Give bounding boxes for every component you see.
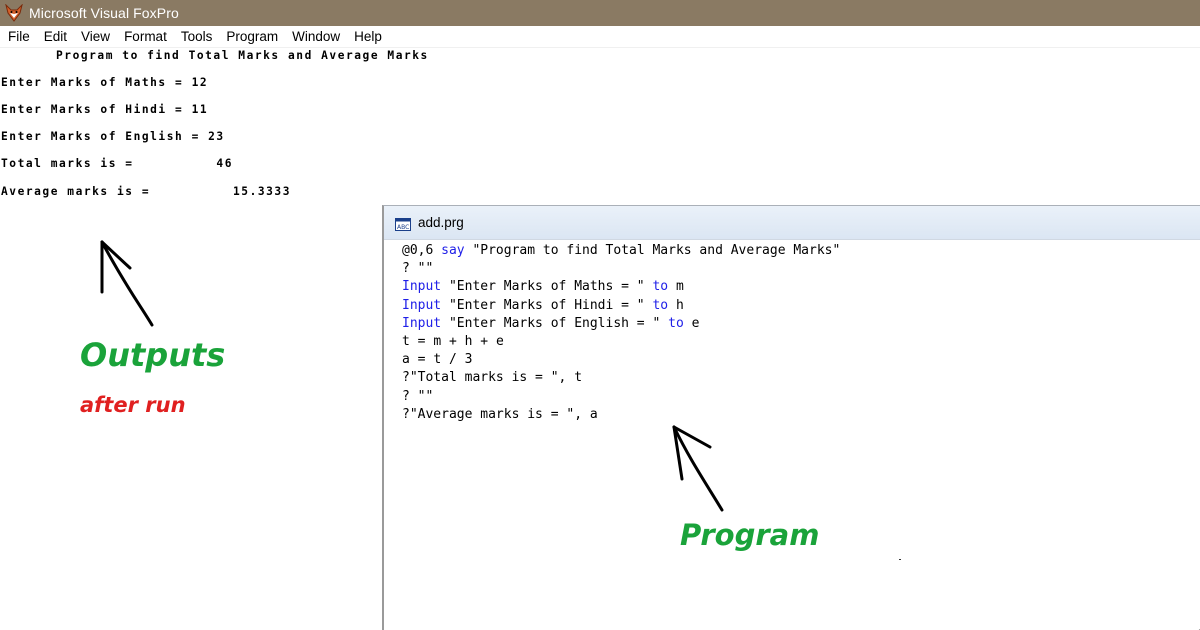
- code-line[interactable]: t = m + h + e: [402, 333, 840, 351]
- menu-program[interactable]: Program: [219, 26, 285, 47]
- stray-dot: [899, 559, 901, 560]
- program-file-icon: ABC: [395, 216, 411, 231]
- code-line[interactable]: ? "": [402, 260, 840, 278]
- output-heading: Program to find Total Marks and Average …: [56, 49, 429, 62]
- code-line[interactable]: a = t / 3: [402, 351, 840, 369]
- menu-tools[interactable]: Tools: [174, 26, 220, 47]
- svg-text:ABC: ABC: [397, 224, 409, 231]
- code-line[interactable]: ? "": [402, 388, 840, 406]
- window-title: Microsoft Visual FoxPro: [29, 5, 179, 21]
- menu-file[interactable]: File: [0, 26, 37, 47]
- output-line-total: Total marks is = 46: [1, 157, 233, 170]
- code-line[interactable]: Input "Enter Marks of Hindi = " to h: [402, 297, 840, 315]
- code-line[interactable]: @0,6 say "Program to find Total Marks an…: [402, 242, 840, 260]
- menu-edit[interactable]: Edit: [37, 26, 74, 47]
- menu-help[interactable]: Help: [347, 26, 389, 47]
- title-bar: Microsoft Visual FoxPro: [0, 0, 1200, 26]
- output-line-maths: Enter Marks of Maths = 12: [1, 76, 209, 89]
- program-arrow-icon: [672, 425, 724, 512]
- outputs-annotation: Outputs: [80, 336, 226, 374]
- editor-title-bar[interactable]: ABC add.prg: [384, 206, 1200, 240]
- outputs-arrow-icon: [100, 240, 154, 327]
- menu-bar: File Edit View Format Tools Program Wind…: [0, 26, 1200, 48]
- menu-window[interactable]: Window: [285, 26, 347, 47]
- foxpro-app: Microsoft Visual FoxPro File Edit View F…: [0, 0, 1200, 630]
- code-line[interactable]: Input "Enter Marks of Maths = " to m: [402, 278, 840, 296]
- editor-window[interactable]: ABC add.prg @0,6 say "Program to find To…: [382, 205, 1200, 630]
- code-editor[interactable]: @0,6 say "Program to find Total Marks an…: [402, 242, 840, 424]
- menu-format[interactable]: Format: [117, 26, 174, 47]
- foxpro-fox-icon[interactable]: [5, 3, 23, 22]
- code-line[interactable]: ?"Total marks is = ", t: [402, 369, 840, 387]
- menu-view[interactable]: View: [74, 26, 117, 47]
- output-line-average: Average marks is = 15.3333: [1, 185, 291, 198]
- program-annotation: Program: [680, 518, 820, 552]
- output-line-english: Enter Marks of English = 23: [1, 130, 225, 143]
- after-run-annotation: after run: [80, 393, 186, 417]
- code-line[interactable]: ?"Average marks is = ", a: [402, 406, 840, 424]
- code-line[interactable]: Input "Enter Marks of English = " to e: [402, 315, 840, 333]
- output-line-hindi: Enter Marks of Hindi = 11: [1, 103, 209, 116]
- editor-filename: add.prg: [418, 215, 464, 230]
